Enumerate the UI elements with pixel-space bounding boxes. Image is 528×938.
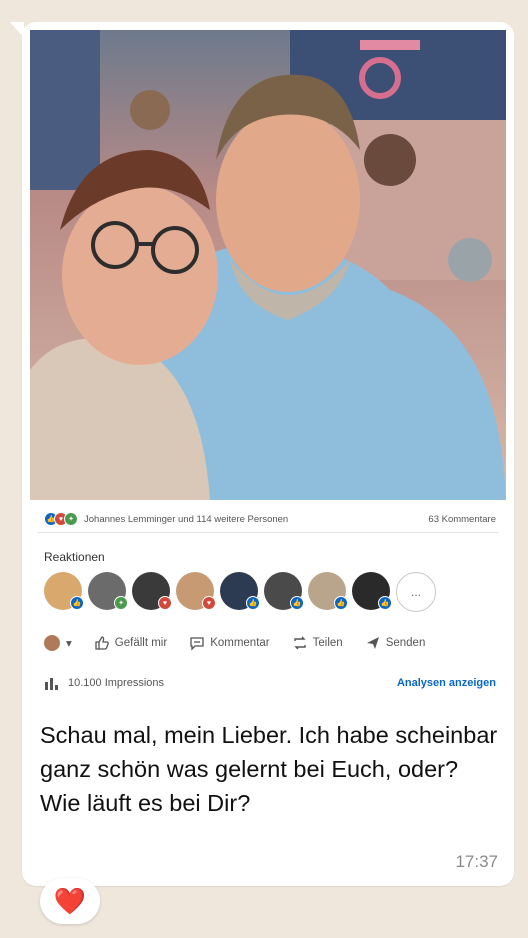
impressions-row: 10.100 Impressions Analysen anzeigen: [44, 674, 496, 692]
comment-button[interactable]: Kommentar: [189, 635, 270, 651]
comments-count[interactable]: 63 Kommentare: [428, 514, 496, 525]
divider: [38, 532, 498, 533]
like-badge-icon: 👍: [378, 596, 392, 610]
reactions-heading: Reaktionen: [44, 550, 105, 564]
heart-reaction-badge[interactable]: ❤️: [40, 878, 100, 924]
like-badge-icon: 👍: [70, 596, 84, 610]
comment-icon: [190, 637, 204, 651]
reactor-avatar[interactable]: 👍: [352, 572, 392, 610]
reactor-avatar[interactable]: ♥: [176, 572, 216, 610]
like-badge-icon: 👍: [246, 596, 260, 610]
love-badge-icon: ♥: [158, 596, 172, 610]
reactor-avatar[interactable]: 👍: [220, 572, 260, 610]
thumbs-up-icon: [95, 636, 109, 650]
reactor-avatar[interactable]: ♥: [132, 572, 172, 610]
send-button[interactable]: Senden: [365, 635, 426, 651]
reactor-avatar[interactable]: ✦: [88, 572, 128, 610]
like-label: Gefällt mir: [114, 637, 168, 649]
message-text: Schau mal, mein Lieber. Ich habe scheinb…: [40, 722, 498, 816]
user-avatar-icon: [44, 635, 60, 651]
repost-icon: [293, 636, 306, 650]
share-button[interactable]: Teilen: [292, 635, 343, 651]
reactor-avatar[interactable]: 👍: [308, 572, 348, 610]
reactor-avatar[interactable]: 👍: [44, 572, 84, 610]
message-timestamp: 17:37: [455, 852, 498, 871]
profile-switch-button[interactable]: ▾: [44, 635, 72, 651]
shared-photo[interactable]: [30, 30, 506, 500]
more-reactors-button[interactable]: ...: [396, 572, 436, 612]
chevron-down-icon: ▾: [66, 638, 72, 650]
linkedin-post-card: 👍 ♥ ✦ Johannes Lemminger und 114 weitere…: [30, 502, 506, 710]
reactor-avatar[interactable]: 👍: [264, 572, 304, 610]
like-badge-icon: 👍: [290, 596, 304, 610]
share-label: Teilen: [312, 637, 343, 649]
impressions-count: 10.100 Impressions: [68, 677, 164, 689]
concert-selfie-image: [30, 30, 506, 500]
reaction-icons: 👍 ♥ ✦: [44, 512, 78, 526]
like-badge-icon: 👍: [334, 596, 348, 610]
like-button[interactable]: Gefällt mir: [94, 635, 167, 651]
love-badge-icon: ♥: [202, 596, 216, 610]
comment-label: Kommentar: [210, 637, 270, 649]
heart-icon: ❤️: [53, 885, 87, 916]
message-bubble[interactable]: 👍 ♥ ✦ Johannes Lemminger und 114 weitere…: [22, 22, 514, 886]
celebrate-badge-icon: ✦: [114, 596, 128, 610]
reaction-summary-text[interactable]: Johannes Lemminger und 114 weitere Perso…: [84, 514, 288, 525]
celebrate-reaction-icon: ✦: [64, 512, 78, 526]
reactor-avatar-list: 👍 ✦ ♥ ♥ 👍 👍 👍 👍 ...: [44, 572, 436, 612]
send-icon: [366, 637, 379, 649]
send-label: Senden: [385, 637, 426, 649]
bar-chart-icon: [45, 678, 58, 690]
view-analytics-link[interactable]: Analysen anzeigen: [397, 677, 496, 689]
reaction-summary-row: 👍 ♥ ✦ Johannes Lemminger und 114 weitere…: [44, 510, 496, 528]
post-action-bar: ▾ Gefällt mir Kommentar Teilen Senden: [44, 630, 496, 656]
